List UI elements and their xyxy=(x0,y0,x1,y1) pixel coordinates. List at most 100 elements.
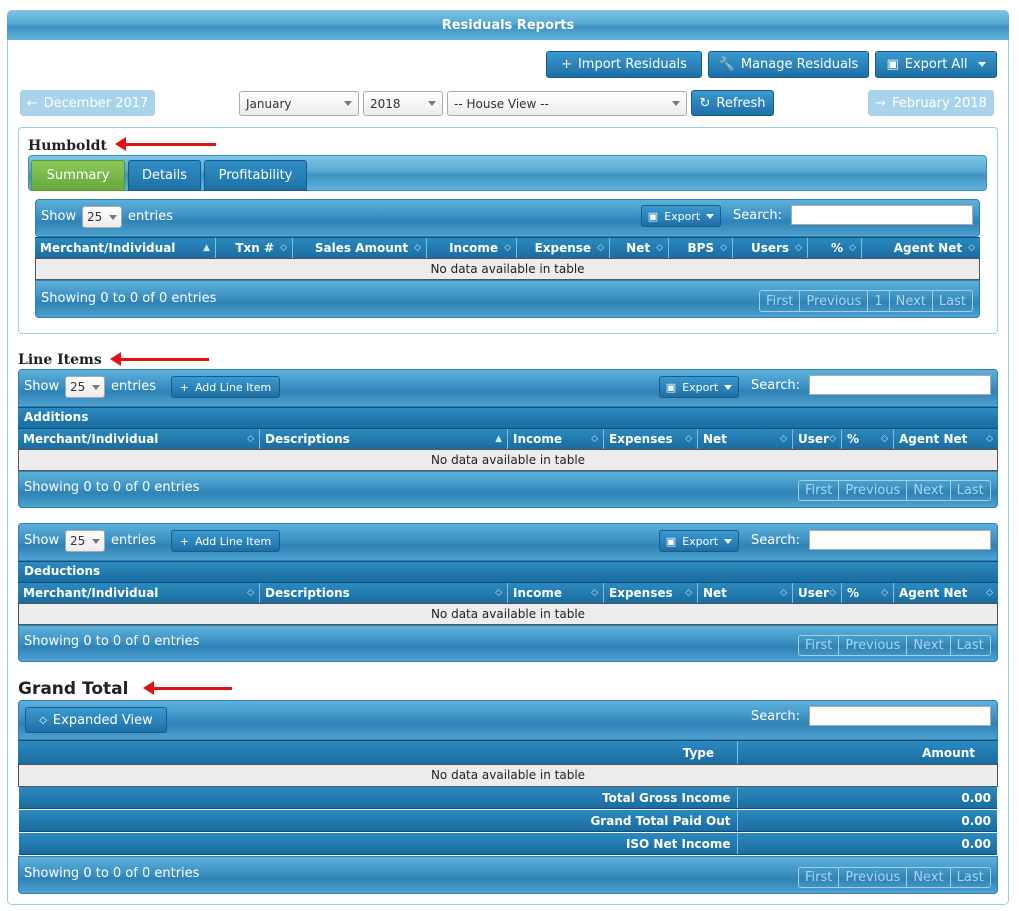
page-last[interactable]: Last xyxy=(951,868,990,887)
wrench-icon: 🔧 xyxy=(718,57,735,72)
column-header[interactable]: Merchant/Individual ◇ xyxy=(18,583,260,603)
show-label: Show xyxy=(24,379,60,394)
page-first[interactable]: First xyxy=(799,636,840,655)
column-header[interactable]: BPS ◇ xyxy=(669,238,733,258)
column-header[interactable]: Expenses ◇ xyxy=(604,429,698,449)
page-first[interactable]: First xyxy=(760,291,801,311)
column-header[interactable]: % ◇ xyxy=(842,429,894,449)
expanded-view-button[interactable]: ◇ Expanded View xyxy=(25,707,167,733)
sort-icon: ▲ xyxy=(203,243,210,253)
entries-label: entries xyxy=(111,379,157,394)
pagination: First Previous Next Last xyxy=(798,480,991,501)
page-next[interactable]: Next xyxy=(890,291,933,311)
page-previous[interactable]: Previous xyxy=(839,636,908,655)
add-line-item-button[interactable]: + Add Line Item xyxy=(171,376,280,398)
export-button[interactable]: ▣ Export xyxy=(659,376,739,398)
chevron-down-icon xyxy=(672,101,680,106)
column-header[interactable]: Merchant/Individual ◇ xyxy=(18,429,260,449)
column-header[interactable]: Income ◇ xyxy=(508,429,604,449)
view-select[interactable]: -- House View -- xyxy=(447,91,687,116)
year-select[interactable]: 2018 xyxy=(363,91,443,116)
sort-icon: ◇ xyxy=(247,434,254,444)
entries-label: entries xyxy=(128,209,174,224)
export-all-button[interactable]: ▣ Export All xyxy=(875,51,997,78)
page-previous[interactable]: Previous xyxy=(839,481,908,500)
page-last[interactable]: Last xyxy=(951,636,990,655)
search-input[interactable] xyxy=(791,205,973,225)
add-line-item-button[interactable]: + Add Line Item xyxy=(171,530,280,552)
page-previous[interactable]: Previous xyxy=(839,868,908,887)
page-previous[interactable]: Previous xyxy=(800,291,869,311)
export-button[interactable]: ▣ Export xyxy=(641,205,721,227)
refresh-button[interactable]: ↻ Refresh xyxy=(691,90,774,116)
next-month-button[interactable]: → February 2018 xyxy=(868,90,994,116)
search-input[interactable] xyxy=(809,375,991,395)
column-header[interactable]: Descriptions ▲ xyxy=(260,429,508,449)
column-header[interactable]: Type xyxy=(18,741,738,764)
search-label: Search: xyxy=(751,709,801,724)
page-next[interactable]: Next xyxy=(907,481,951,500)
column-header[interactable]: Expense ◇ xyxy=(517,238,610,258)
search-input[interactable] xyxy=(809,706,991,726)
tab-profitability[interactable]: Profitability xyxy=(204,160,307,191)
pagination: First Previous 1 Next Last xyxy=(759,290,973,312)
column-header[interactable]: Txn # ◇ xyxy=(216,238,293,258)
entries-select[interactable]: 25 xyxy=(65,530,105,552)
column-header[interactable]: % ◇ xyxy=(842,583,894,603)
entries-select[interactable]: 25 xyxy=(65,376,105,398)
column-header[interactable]: Income ◇ xyxy=(508,583,604,603)
search-input[interactable] xyxy=(809,530,991,550)
tab-summary[interactable]: Summary xyxy=(31,160,125,191)
page-next[interactable]: Next xyxy=(907,636,951,655)
group-header: Deductions xyxy=(18,561,998,582)
chevron-down-icon xyxy=(92,538,100,544)
column-header[interactable]: Agent Net ◇ xyxy=(894,583,998,603)
entries-select[interactable]: 25 xyxy=(82,206,122,228)
sort-icon: ◇ xyxy=(504,243,511,253)
summary-row: Total Gross Income 0.00 xyxy=(19,787,997,809)
column-header[interactable]: User ◇ xyxy=(793,429,842,449)
caret-down-icon xyxy=(706,213,715,219)
manage-residuals-button[interactable]: 🔧 Manage Residuals xyxy=(708,51,869,78)
export-button[interactable]: ▣ Export xyxy=(659,530,739,552)
plus-icon: + xyxy=(179,534,189,548)
arrow-right-icon: → xyxy=(875,95,887,111)
column-header[interactable]: Descriptions ◇ xyxy=(260,583,508,603)
sort-icon: ◇ xyxy=(247,588,254,598)
empty-row: No data available in table xyxy=(18,449,998,471)
column-header[interactable]: Net ◇ xyxy=(610,238,669,258)
column-header[interactable]: Agent Net ◇ xyxy=(862,238,980,258)
column-header[interactable]: Amount xyxy=(738,741,998,764)
column-header[interactable]: Users ◇ xyxy=(733,238,808,258)
month-select[interactable]: January xyxy=(239,91,359,116)
pagination: First Previous Next Last xyxy=(798,867,991,888)
column-header[interactable]: Agent Net ◇ xyxy=(894,429,998,449)
save-icon: ▣ xyxy=(647,209,659,223)
column-header[interactable]: Merchant/Individual ▲ xyxy=(35,238,216,258)
page-next[interactable]: Next xyxy=(907,868,951,887)
page-number[interactable]: 1 xyxy=(868,291,890,311)
tab-details[interactable]: Details xyxy=(128,160,201,191)
sort-icon: ◇ xyxy=(597,243,604,253)
save-icon: ▣ xyxy=(665,534,677,548)
page-first[interactable]: First xyxy=(799,481,840,500)
import-residuals-button[interactable]: + Import Residuals xyxy=(546,51,702,78)
annotation-arrow xyxy=(115,137,216,151)
page-last[interactable]: Last xyxy=(951,481,990,500)
column-header[interactable]: % ◇ xyxy=(808,238,862,258)
refresh-icon: ↻ xyxy=(699,95,711,111)
page-last[interactable]: Last xyxy=(933,291,972,311)
column-header[interactable]: Income ◇ xyxy=(427,238,517,258)
sort-icon: ◇ xyxy=(656,243,663,253)
entries-label: entries xyxy=(111,533,157,548)
column-header[interactable]: Net ◇ xyxy=(698,583,793,603)
caret-down-icon xyxy=(724,538,733,544)
prev-month-button[interactable]: ← December 2017 xyxy=(20,90,155,116)
save-icon: ▣ xyxy=(665,380,677,394)
column-header[interactable]: User ◇ xyxy=(793,583,842,603)
column-header[interactable]: Expenses ◇ xyxy=(604,583,698,603)
save-icon: ▣ xyxy=(886,57,899,72)
page-first[interactable]: First xyxy=(799,868,840,887)
column-header[interactable]: Sales Amount ◇ xyxy=(293,238,427,258)
column-header[interactable]: Net ◇ xyxy=(698,429,793,449)
